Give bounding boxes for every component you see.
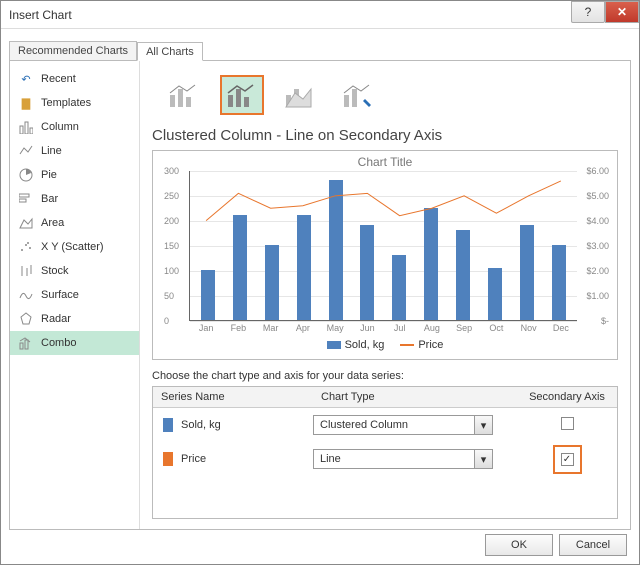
variant-3[interactable]	[278, 75, 322, 115]
ok-button[interactable]: OK	[485, 534, 553, 556]
radar-icon	[18, 311, 34, 327]
sidebar-item-templates[interactable]: ▇Templates	[10, 91, 139, 115]
chevron-down-icon: ▾	[474, 450, 492, 468]
sidebar-item-stock[interactable]: Stock	[10, 259, 139, 283]
col-series-name: Series Name	[153, 387, 313, 407]
chart-type-select-2[interactable]: Line▾	[313, 449, 493, 469]
templates-icon: ▇	[18, 95, 34, 111]
chevron-down-icon: ▾	[474, 416, 492, 434]
tabs: Recommended Charts All Charts	[9, 41, 631, 61]
secondary-axis-checkbox-1[interactable]	[561, 417, 574, 430]
stock-icon	[18, 263, 34, 279]
help-button[interactable]: ?	[571, 1, 605, 23]
plot-area: 050100150200250300$-$1.00$2.00$3.00$4.00…	[189, 171, 577, 321]
titlebar: Insert Chart ? ✕	[1, 1, 639, 29]
chart-title: Chart Title	[161, 155, 609, 169]
series-swatch	[163, 418, 173, 432]
col-secondary: Secondary Axis	[517, 387, 617, 407]
chart-legend: Sold, kg Price	[161, 339, 609, 351]
variant-2[interactable]	[220, 75, 264, 115]
sidebar-item-surface[interactable]: Surface	[10, 283, 139, 307]
close-button[interactable]: ✕	[605, 1, 639, 23]
cancel-button[interactable]: Cancel	[559, 534, 627, 556]
sidebar-item-line[interactable]: Line	[10, 139, 139, 163]
surface-icon	[18, 287, 34, 303]
window-title: Insert Chart	[9, 8, 571, 22]
secondary-axis-checkbox-2[interactable]: ✓	[561, 453, 574, 466]
tab-recommended[interactable]: Recommended Charts	[9, 41, 137, 60]
sidebar-item-bar[interactable]: Bar	[10, 187, 139, 211]
sidebar-item-radar[interactable]: Radar	[10, 307, 139, 331]
series-row: Price Line▾ ✓	[153, 442, 617, 476]
scatter-icon	[18, 239, 34, 255]
series-swatch	[163, 452, 173, 466]
line-icon	[18, 143, 34, 159]
chart-type-select-1[interactable]: Clustered Column▾	[313, 415, 493, 435]
sidebar-item-recent[interactable]: ↶Recent	[10, 67, 139, 91]
sidebar-item-scatter[interactable]: X Y (Scatter)	[10, 235, 139, 259]
highlight-annotation: ✓	[553, 445, 582, 474]
variant-heading: Clustered Column - Line on Secondary Axi…	[152, 127, 618, 144]
sidebar: ↶Recent ▇Templates Column Line Pie Bar A…	[10, 61, 140, 529]
bar-icon	[18, 191, 34, 207]
sidebar-item-pie[interactable]: Pie	[10, 163, 139, 187]
area-icon	[18, 215, 34, 231]
combo-icon	[18, 335, 34, 351]
variant-1[interactable]	[162, 75, 206, 115]
series-grid: Series Name Chart Type Secondary Axis So…	[152, 386, 618, 519]
series-subhead: Choose the chart type and axis for your …	[152, 370, 618, 382]
series-row: Sold, kg Clustered Column▾	[153, 408, 617, 442]
sidebar-item-combo[interactable]: Combo	[10, 331, 139, 355]
pie-icon	[18, 167, 34, 183]
recent-icon: ↶	[18, 71, 34, 87]
col-chart-type: Chart Type	[313, 387, 517, 407]
column-icon	[18, 119, 34, 135]
variant-icons	[152, 71, 618, 125]
variant-4[interactable]	[336, 75, 380, 115]
chart-preview[interactable]: Chart Title 050100150200250300$-$1.00$2.…	[152, 150, 618, 360]
tab-all-charts[interactable]: All Charts	[137, 42, 203, 61]
sidebar-item-area[interactable]: Area	[10, 211, 139, 235]
sidebar-item-column[interactable]: Column	[10, 115, 139, 139]
